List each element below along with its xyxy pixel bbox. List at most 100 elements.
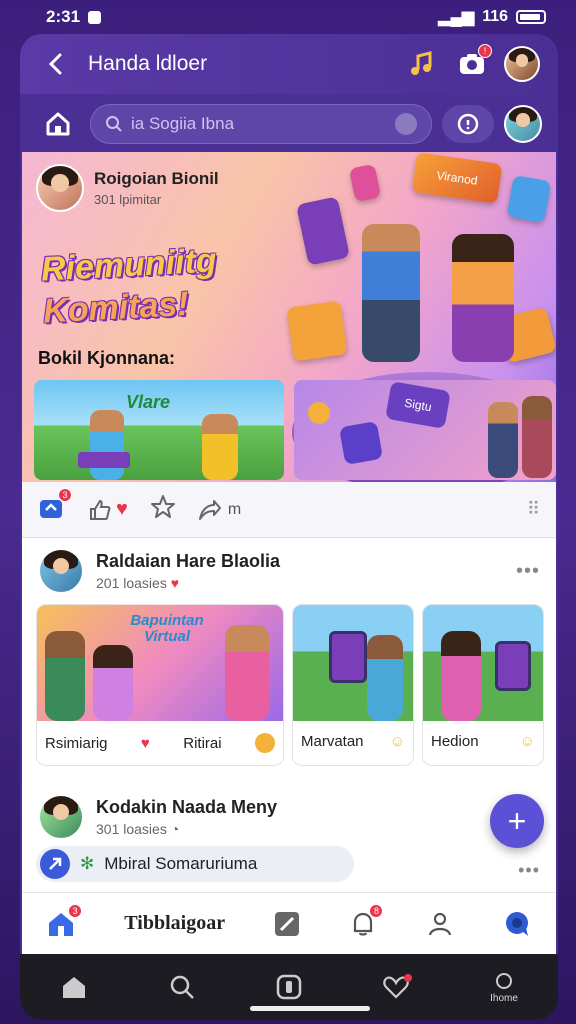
grid-menu-icon[interactable]: ⠿ xyxy=(527,499,540,520)
tab-notifications[interactable]: 8 xyxy=(349,903,384,944)
card-image xyxy=(293,605,413,721)
nav-center[interactable] xyxy=(276,974,302,1000)
home-action-icon[interactable]: 3 xyxy=(38,488,72,525)
status-time: 2:31 xyxy=(46,7,81,26)
post1-meta: 201 loasies ♥ xyxy=(96,575,280,591)
home-outline-icon[interactable] xyxy=(36,106,80,142)
card-tablet xyxy=(495,641,531,691)
tab-home[interactable]: 3 xyxy=(46,903,83,944)
nav-profile-label: Ihome xyxy=(490,992,518,1004)
card-banner-text: Bapuintan Virtual xyxy=(130,612,204,645)
community-thumbnail[interactable]: Vlare xyxy=(34,380,284,480)
post2-author[interactable]: Kodakin Naada Meny xyxy=(96,797,277,818)
status-bar: 2:31 ▂▄▆ 116 xyxy=(0,0,576,34)
card-label: Ritirai xyxy=(183,734,222,752)
group-chip[interactable]: ✻ Mbiral Somaruriuma xyxy=(36,846,354,882)
thumbnail-title: Vlare xyxy=(126,392,171,412)
heart-shape-icon xyxy=(308,402,330,424)
card-item[interactable]: Marvatan ☺ xyxy=(292,604,414,766)
search-row: ia Sogiia Ibna xyxy=(20,94,558,154)
nav-home[interactable] xyxy=(60,974,88,1000)
notification-badge: 8 xyxy=(369,903,384,918)
like-heart-icon: ♥ xyxy=(116,498,128,520)
smile-icon: ☺ xyxy=(519,733,535,750)
hero-headline: Riemuniitg Komitas! xyxy=(40,239,220,332)
hero-banner[interactable]: Roigoian Bionil 301 lpimitar Riemuniitg … xyxy=(22,152,556,482)
tab-community-label[interactable]: Tibblaigoar xyxy=(124,904,225,944)
send-label: m xyxy=(227,500,242,518)
nav-profile[interactable]: Ihome xyxy=(490,971,518,1004)
person-icon xyxy=(428,912,451,935)
sparkle-icon: ✻ xyxy=(80,854,95,873)
tile-label: Viranod xyxy=(435,168,479,188)
card-person-1 xyxy=(45,631,85,721)
home-action-badge: 3 xyxy=(58,488,72,502)
like-icon[interactable]: ♥ xyxy=(88,498,128,522)
search-input[interactable]: ia Sogiia Ibna xyxy=(90,104,432,144)
sigtu-tile: Sigtu xyxy=(385,381,451,429)
card-person xyxy=(441,631,481,721)
voice-search-icon[interactable] xyxy=(395,113,417,135)
card-label: Rsimiarig xyxy=(45,734,108,752)
page-title: Handa ldloer xyxy=(88,52,208,75)
clock-icon: ◔ xyxy=(170,821,180,837)
thumb-person-1 xyxy=(90,410,124,480)
nav-heart-dot xyxy=(404,974,413,982)
tag-tile-icon xyxy=(506,175,552,223)
status-right-text: 116 xyxy=(482,8,508,25)
post1-author[interactable]: Raldaian Hare Blaolia xyxy=(96,551,280,572)
card-item[interactable]: Hedion ☺ xyxy=(422,604,544,766)
card-tablet xyxy=(329,631,367,683)
sparkle-tile-icon xyxy=(338,420,384,466)
badge-icon xyxy=(254,733,275,753)
top-bar: Handa ldloer ! xyxy=(20,34,558,94)
card-image: Bapuintan Virtual xyxy=(37,605,283,721)
post1-avatar[interactable] xyxy=(38,548,84,594)
tab-profile[interactable] xyxy=(426,904,454,944)
card-person-2 xyxy=(93,645,133,721)
post1-card-row: Bapuintan Virtual Rsimiarig ♥ Ritirai Ma… xyxy=(22,604,556,766)
thumb-person-2 xyxy=(202,414,238,480)
post2-meta: 301 loasies ◔ xyxy=(96,821,277,837)
more-options-icon[interactable]: ••• xyxy=(518,860,540,881)
send-button[interactable]: m xyxy=(198,499,241,521)
tab-chat[interactable] xyxy=(502,904,532,944)
back-arrow-icon[interactable] xyxy=(38,46,74,82)
poster-avatar[interactable] xyxy=(36,164,84,212)
more-options-icon[interactable]: ••• xyxy=(516,560,540,583)
post1-sub: 201 loasies xyxy=(96,575,167,591)
add-post-button[interactable]: + xyxy=(490,794,544,848)
music-tile-icon xyxy=(348,163,382,203)
profile-avatar[interactable] xyxy=(504,105,542,143)
music-note-icon[interactable] xyxy=(404,46,440,82)
app-window: Handa ldloer ! ia Sogiia Ibna Roigoian B xyxy=(20,34,558,1020)
edit-tab-icon xyxy=(275,911,300,936)
notification-icon xyxy=(88,10,102,24)
card-image xyxy=(423,605,543,721)
star-icon[interactable] xyxy=(150,494,176,525)
nav-profile-icon xyxy=(496,972,513,989)
search-placeholder: ia Sogiia Ibna xyxy=(131,114,235,133)
magnifier-icon xyxy=(457,113,479,135)
thumb-person-4 xyxy=(522,396,552,478)
smile-icon: ☺ xyxy=(389,733,405,750)
signal-icon: ▂▄▆ xyxy=(438,9,475,26)
stage-thumbnail[interactable]: Sigtu xyxy=(294,380,556,480)
nav-search[interactable] xyxy=(168,973,196,1001)
search-button[interactable] xyxy=(442,105,494,143)
card-label: Hedion xyxy=(431,733,479,750)
heart-icon: ♥ xyxy=(140,734,150,752)
poster-name[interactable]: Roigoian Bionil xyxy=(94,169,219,189)
thumb-person-3 xyxy=(488,402,518,478)
nav-favorites[interactable] xyxy=(382,974,413,1000)
poster-subtitle: 301 lpimitar xyxy=(94,192,162,207)
user-avatar[interactable] xyxy=(504,46,540,82)
home-indicator[interactable] xyxy=(250,1006,370,1011)
camera-icon[interactable]: ! xyxy=(454,44,492,82)
action-bar: 3 ♥ m ⠿ xyxy=(22,482,556,538)
thumb-sign xyxy=(78,452,130,468)
post2-avatar[interactable] xyxy=(38,794,84,840)
tab-edit[interactable] xyxy=(273,904,301,944)
card-item[interactable]: Bapuintan Virtual Rsimiarig ♥ Ritirai xyxy=(36,604,284,766)
post2-sub: 301 loasies xyxy=(96,821,167,837)
